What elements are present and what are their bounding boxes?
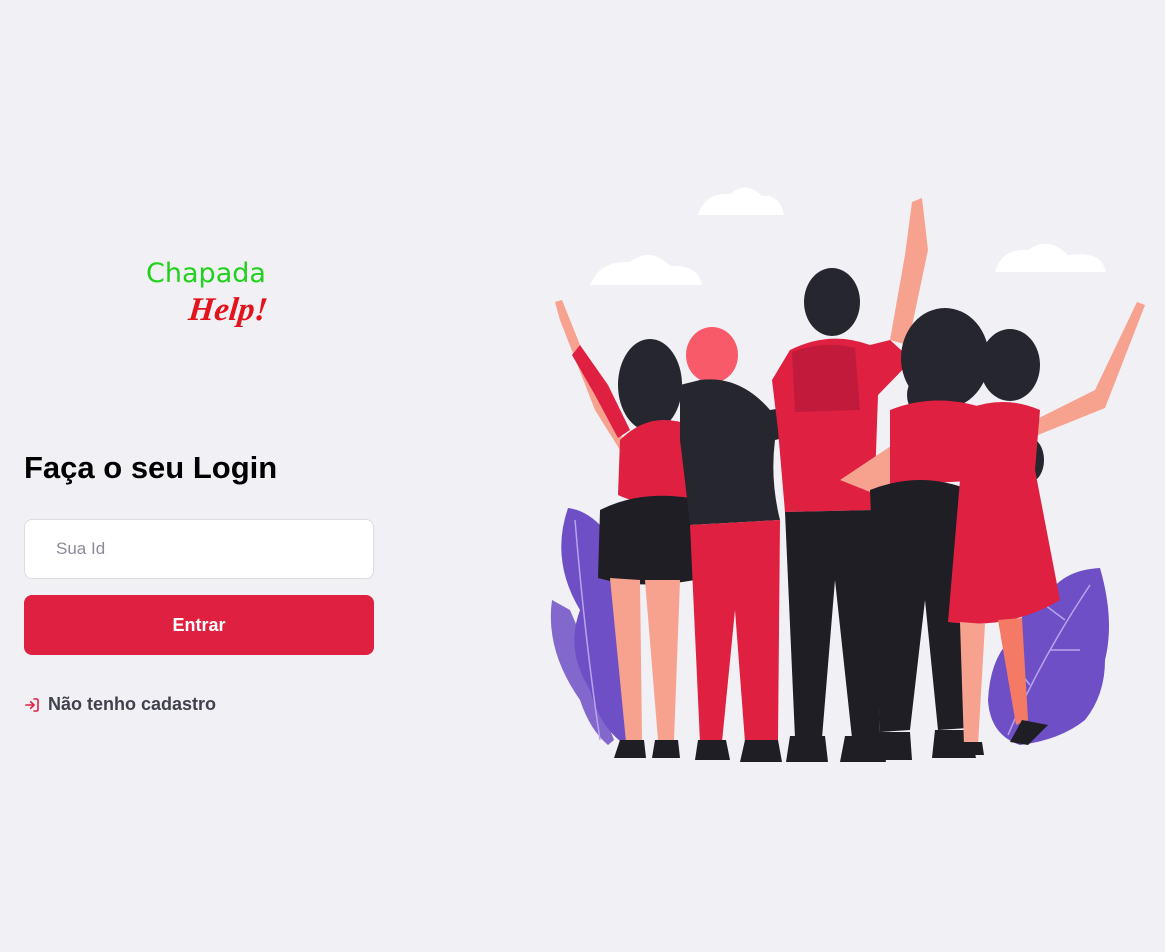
page-title: Faça o seu Login <box>24 450 278 485</box>
group-of-friends-illustration <box>540 180 1150 770</box>
svg-text:Chapada: Chapada <box>146 258 266 289</box>
login-button[interactable]: Entrar <box>24 595 374 655</box>
svg-text:Help!: Help! <box>186 292 270 328</box>
login-page: Chapada Help! Faça o seu Login Entrar Nã… <box>0 0 1165 952</box>
register-link-label: Não tenho cadastro <box>48 694 217 714</box>
log-in-icon <box>24 697 40 713</box>
register-link[interactable]: Não tenho cadastro <box>24 694 216 715</box>
cloud-icon <box>590 187 1106 285</box>
chapada-help-logo: Chapada Help! <box>138 254 278 334</box>
id-input[interactable] <box>24 519 374 579</box>
